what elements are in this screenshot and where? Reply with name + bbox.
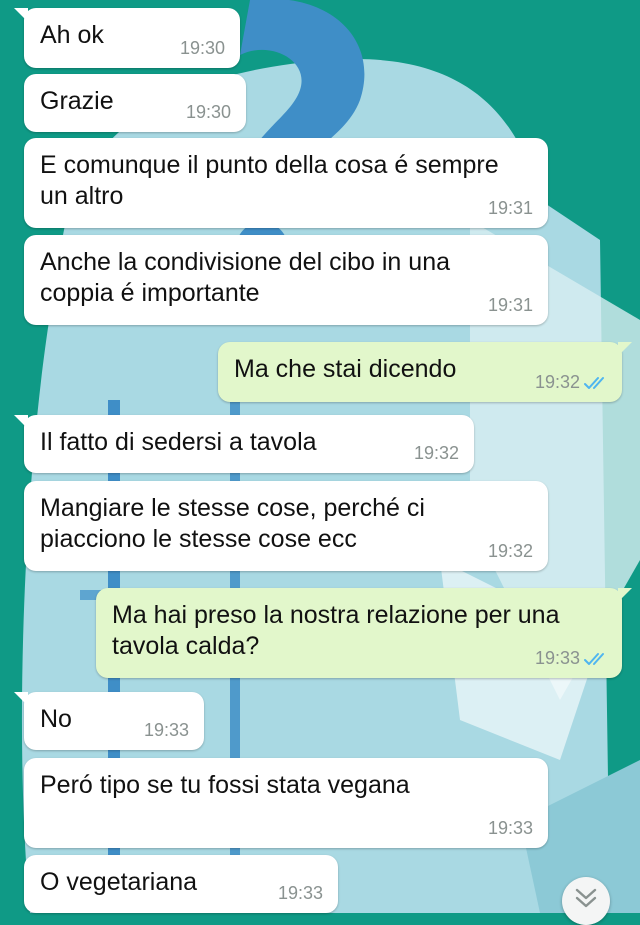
message-text: No [40, 705, 72, 733]
message-timestamp: 19:32 [534, 372, 580, 392]
incoming-message[interactable]: Mangiare le stesse cose, perché ci piacc… [24, 481, 548, 571]
bubble-tail [14, 415, 28, 429]
read-receipt-icon [584, 653, 604, 665]
message-text: Anche la condivisione del cibo in una co… [40, 248, 450, 307]
message-text: Peró tipo se tu fossi stata vegana [40, 771, 410, 799]
message-timestamp: 19:33 [487, 818, 533, 838]
incoming-message[interactable]: E comunque il punto della cosa é sempre … [24, 138, 548, 228]
message-text: Mangiare le stesse cose, perché ci piacc… [40, 494, 425, 553]
message-timestamp: 19:33 [277, 883, 323, 903]
double-chevron-down-icon [575, 888, 597, 908]
message-timestamp: 19:32 [487, 541, 533, 561]
incoming-message[interactable]: Anche la condivisione del cibo in una co… [24, 235, 548, 325]
message-timestamp: 19:30 [179, 38, 225, 58]
outgoing-message[interactable]: Ma che stai dicendo 19:32 [218, 342, 632, 402]
bubble-tail [14, 692, 28, 706]
message-timestamp: 19:33 [534, 648, 580, 668]
incoming-message[interactable]: O vegetariana 19:33 [24, 855, 338, 913]
message-timestamp: 19:31 [487, 295, 533, 315]
message-text: E comunque il punto della cosa é sempre … [40, 151, 499, 210]
outgoing-message[interactable]: Ma hai preso la nostra relazione per una… [96, 588, 632, 678]
bubble-tail [618, 342, 632, 356]
message-timestamp: 19:31 [487, 198, 533, 218]
message-text: Il fatto di sedersi a tavola [40, 428, 317, 456]
incoming-message[interactable]: Ah ok 19:30 [14, 8, 240, 68]
incoming-message[interactable]: Il fatto di sedersi a tavola 19:32 [14, 415, 474, 473]
bubble-tail [618, 588, 632, 602]
bubble-tail [14, 8, 28, 22]
message-timestamp: 19:32 [413, 443, 459, 463]
incoming-message[interactable]: No 19:33 [14, 692, 204, 750]
message-text: Ma che stai dicendo [234, 355, 457, 383]
message-text: Ma hai preso la nostra relazione per una… [112, 601, 560, 660]
message-timestamp: 19:30 [185, 102, 231, 122]
incoming-message[interactable]: Grazie 19:30 [24, 74, 246, 132]
read-receipt-icon [584, 377, 604, 389]
message-text: O vegetariana [40, 868, 198, 896]
message-text: Grazie [40, 87, 114, 115]
message-text: Ah ok [40, 21, 104, 49]
message-timestamp: 19:33 [143, 720, 189, 740]
incoming-message[interactable]: Peró tipo se tu fossi stata vegana 19:33 [24, 758, 548, 848]
scroll-down-button[interactable] [562, 877, 610, 925]
